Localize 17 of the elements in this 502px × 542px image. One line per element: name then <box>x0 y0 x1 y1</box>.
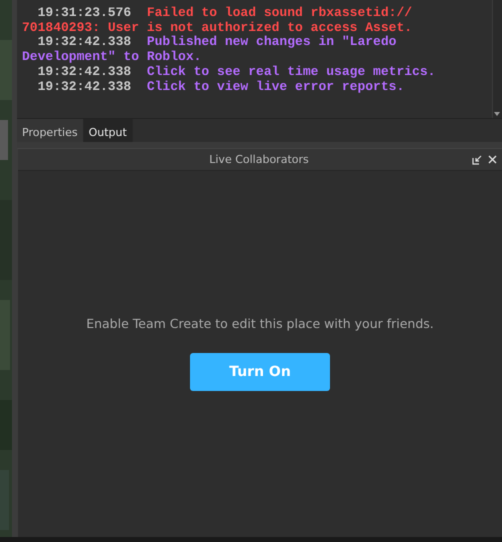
undock-icon[interactable] <box>472 154 482 164</box>
timestamp: 19:32:42.338 <box>36 64 132 80</box>
close-icon[interactable] <box>488 155 497 164</box>
log-message: Published new changes in "Laredo <box>146 35 396 50</box>
log-message: 701840293: User is not authorized to access Asset. <box>22 20 412 36</box>
log-message: Development" to Roblox. <box>22 50 202 65</box>
timestamp: 19:32:42.338 <box>36 35 132 50</box>
panel-tab[interactable]: Properties <box>17 119 84 142</box>
log-message: Failed to load sound rbxassetid:// <box>146 6 412 21</box>
panel-title: Live Collaborators <box>208 153 310 166</box>
log-message: Click to view live error reports. <box>146 80 404 94</box>
info-message: Enable Team Create to edit this place with your friends. <box>86 316 434 331</box>
log-message: Click to see real time usage metrics. <box>146 64 436 80</box>
timestamp: 19:32:42.338 <box>36 80 132 94</box>
panel-tab[interactable]: Output <box>84 119 133 142</box>
scrollbar[interactable] <box>492 0 502 118</box>
timestamp: 19:31:23.576 <box>36 6 132 21</box>
